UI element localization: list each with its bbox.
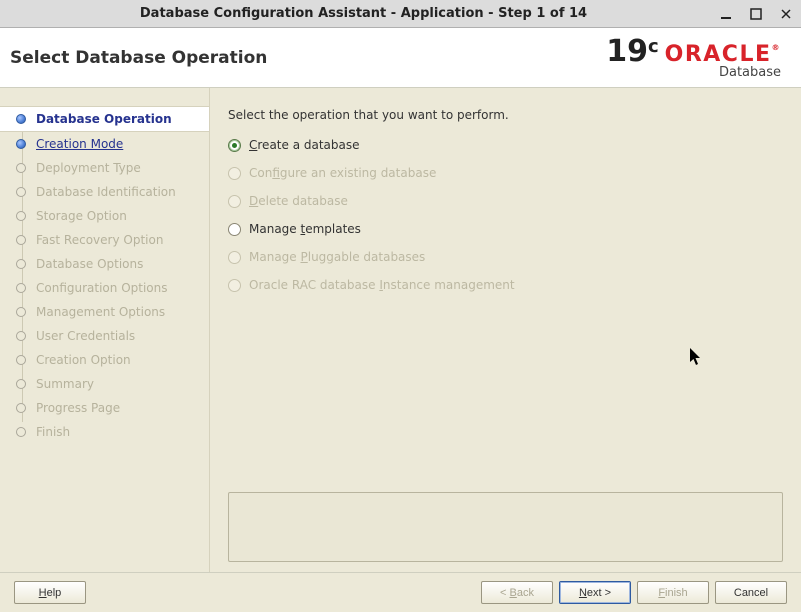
radio-label: Manage templates bbox=[249, 222, 361, 236]
operation-radio-2: Delete database bbox=[228, 194, 783, 208]
step-dot-icon bbox=[16, 355, 26, 365]
step-label: Database Operation bbox=[36, 112, 172, 126]
wizard-step-5: Fast Recovery Option bbox=[0, 228, 209, 252]
step-label: Fast Recovery Option bbox=[36, 233, 163, 247]
step-label: User Credentials bbox=[36, 329, 135, 343]
step-label: Configuration Options bbox=[36, 281, 168, 295]
step-label: Finish bbox=[36, 425, 70, 439]
step-label: Deployment Type bbox=[36, 161, 141, 175]
brand-block: 19c ORACLE® Database bbox=[606, 36, 781, 79]
radio-label: Delete database bbox=[249, 194, 348, 208]
step-label: Database Identification bbox=[36, 185, 176, 199]
operation-options: Create a database Configure an existing d… bbox=[228, 138, 783, 292]
wizard-sidebar: Database Operation Creation Mode Deploymen… bbox=[0, 88, 210, 572]
wizard-step-1[interactable]: Creation Mode bbox=[0, 132, 209, 156]
step-dot-icon bbox=[16, 211, 26, 221]
wizard-step-10: Creation Option bbox=[0, 348, 209, 372]
minimize-icon[interactable] bbox=[719, 7, 733, 21]
operation-radio-4: Manage Pluggable databases bbox=[228, 250, 783, 264]
step-dot-icon bbox=[16, 331, 26, 341]
page-title: Select Database Operation bbox=[10, 48, 267, 68]
titlebar: Database Configuration Assistant - Appli… bbox=[0, 0, 801, 28]
step-label: Creation Option bbox=[36, 353, 131, 367]
radio-icon bbox=[228, 223, 241, 236]
oracle-logo-text: ORACLE® bbox=[665, 44, 781, 66]
step-dot-icon bbox=[16, 427, 26, 437]
window-title: Database Configuration Assistant - Appli… bbox=[8, 6, 719, 21]
wizard-step-2: Deployment Type bbox=[0, 156, 209, 180]
finish-button: Finish bbox=[637, 581, 709, 604]
step-dot-icon bbox=[16, 187, 26, 197]
step-dot-icon bbox=[16, 307, 26, 317]
step-label: Creation Mode bbox=[36, 137, 123, 151]
wizard-step-0: Database Operation bbox=[0, 106, 209, 132]
close-icon[interactable] bbox=[779, 7, 793, 21]
step-dot-icon bbox=[16, 379, 26, 389]
wizard-step-6: Database Options bbox=[0, 252, 209, 276]
wizard-step-9: User Credentials bbox=[0, 324, 209, 348]
step-label: Storage Option bbox=[36, 209, 127, 223]
radio-icon bbox=[228, 279, 241, 292]
operation-radio-5: Oracle RAC database Instance management bbox=[228, 278, 783, 292]
step-dot-icon bbox=[16, 283, 26, 293]
radio-icon bbox=[228, 167, 241, 180]
radio-label: Manage Pluggable databases bbox=[249, 250, 425, 264]
cancel-button[interactable]: Cancel bbox=[715, 581, 787, 604]
footer: Help < Back Next > Finish Cancel bbox=[0, 572, 801, 612]
wizard-step-7: Configuration Options bbox=[0, 276, 209, 300]
cursor-icon bbox=[690, 348, 704, 372]
header: Select Database Operation 19c ORACLE® Da… bbox=[0, 28, 801, 88]
step-dot-icon bbox=[16, 114, 26, 124]
step-dot-icon bbox=[16, 259, 26, 269]
back-button: < Back bbox=[481, 581, 553, 604]
wizard-step-8: Management Options bbox=[0, 300, 209, 324]
radio-label: Oracle RAC database Instance management bbox=[249, 278, 515, 292]
operation-radio-1: Configure an existing database bbox=[228, 166, 783, 180]
radio-icon bbox=[228, 195, 241, 208]
maximize-icon[interactable] bbox=[749, 7, 763, 21]
radio-icon bbox=[228, 251, 241, 264]
operation-radio-3[interactable]: Manage templates bbox=[228, 222, 783, 236]
step-dot-icon bbox=[16, 163, 26, 173]
radio-icon bbox=[228, 139, 241, 152]
content-pane: Select the operation that you want to pe… bbox=[210, 88, 801, 572]
step-dot-icon bbox=[16, 403, 26, 413]
wizard-step-13: Finish bbox=[0, 420, 209, 444]
wizard-step-11: Summary bbox=[0, 372, 209, 396]
step-label: Progress Page bbox=[36, 401, 120, 415]
wizard-step-4: Storage Option bbox=[0, 204, 209, 228]
operation-radio-0[interactable]: Create a database bbox=[228, 138, 783, 152]
radio-label: Configure an existing database bbox=[249, 166, 436, 180]
wizard-step-3: Database Identification bbox=[0, 180, 209, 204]
wizard-step-12: Progress Page bbox=[0, 396, 209, 420]
step-label: Management Options bbox=[36, 305, 165, 319]
oracle-sub-text: Database bbox=[719, 66, 781, 79]
help-button[interactable]: Help bbox=[14, 581, 86, 604]
step-label: Summary bbox=[36, 377, 94, 391]
version-text: 19c bbox=[606, 36, 658, 67]
instruction-text: Select the operation that you want to pe… bbox=[228, 108, 783, 122]
step-label: Database Options bbox=[36, 257, 143, 271]
window-controls bbox=[719, 7, 793, 21]
message-area bbox=[228, 492, 783, 562]
radio-label: Create a database bbox=[249, 138, 360, 152]
step-dot-icon bbox=[16, 235, 26, 245]
next-button[interactable]: Next > bbox=[559, 581, 631, 604]
step-dot-icon bbox=[16, 139, 26, 149]
